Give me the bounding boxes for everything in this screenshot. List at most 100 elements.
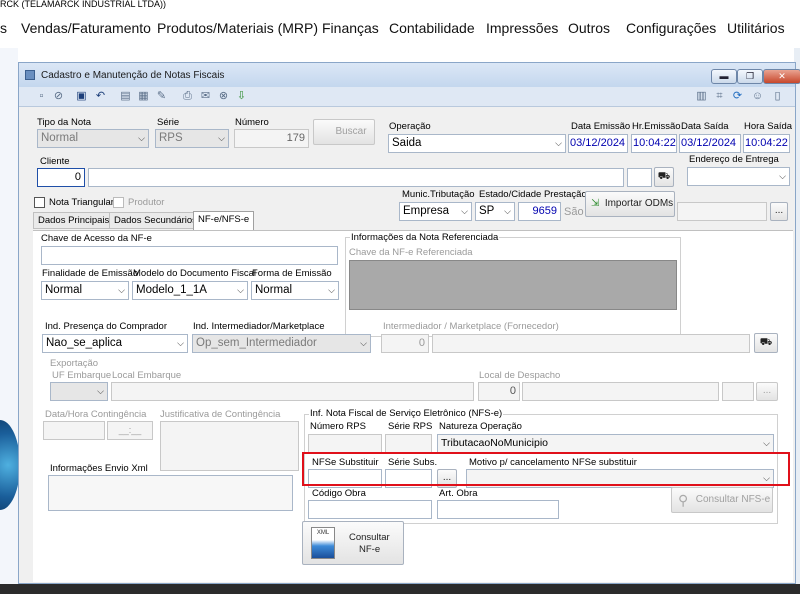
- menu-item-configuracoes[interactable]: Configurações: [626, 20, 716, 36]
- attach-icon[interactable]: ⌗: [713, 90, 726, 103]
- printer-icon[interactable]: ⎙: [181, 90, 194, 103]
- nfse-group-label: Inf. Nota Fiscal de Serviço Eletrônico (…: [309, 408, 504, 419]
- new-icon[interactable]: ▫: [35, 90, 48, 103]
- chevron-down-icon: ⌵: [461, 206, 468, 216]
- chave-acesso-field[interactable]: [41, 246, 338, 265]
- cliente-extra-field[interactable]: [627, 168, 652, 187]
- data-emissao-label: Data Emissão: [571, 121, 631, 132]
- minimize-button[interactable]: ▬: [711, 69, 737, 84]
- forma-emissao-select[interactable]: Normal ⌵: [251, 281, 339, 300]
- desktop-background: [0, 48, 18, 594]
- tipo-nota-label: Tipo da Nota: [37, 117, 92, 128]
- intermediador-select[interactable]: Op_sem_Intermediador ⌵: [192, 334, 371, 353]
- operacao-select[interactable]: Saida ⌵: [388, 134, 566, 153]
- nota-triangular-label: Nota Triangular: [49, 197, 114, 208]
- hora-saida-field[interactable]: 10:04:22: [743, 134, 790, 153]
- local-embarque-label: Local Embarque: [112, 370, 182, 381]
- print-icon[interactable]: ▤: [119, 90, 132, 103]
- cidade-code-field[interactable]: 9659: [518, 202, 561, 221]
- numero-field[interactable]: 179: [234, 129, 309, 148]
- modelo-doc-label: Modelo do Documento Fiscal: [133, 268, 257, 279]
- menu-item-contabilidade[interactable]: Contabilidade: [389, 20, 475, 36]
- cliente-code-field[interactable]: 0: [37, 168, 85, 187]
- menu-item-financas[interactable]: Finanças: [322, 20, 379, 36]
- uf-embarque-select: ⌵: [50, 382, 108, 401]
- mail-icon[interactable]: ✉: [199, 90, 212, 103]
- tools-icon[interactable]: ✎: [155, 90, 168, 103]
- serie-rps-field[interactable]: [385, 434, 432, 453]
- finalidade-select[interactable]: Normal ⌵: [41, 281, 129, 300]
- consultar-nfe-label-2: NF-e: [359, 544, 381, 555]
- produtor-checkbox[interactable]: [113, 197, 124, 208]
- tab-dados-secundarios[interactable]: Dados Secundários: [109, 212, 202, 229]
- file-icon[interactable]: ▯: [771, 90, 784, 103]
- local-despacho-label: Local de Despacho: [479, 370, 561, 381]
- grid-icon[interactable]: ▦: [137, 90, 150, 103]
- data-emissao-field[interactable]: 03/12/2024: [568, 134, 628, 153]
- restore-button[interactable]: ❐: [737, 69, 763, 84]
- info-envio-xml-field[interactable]: [48, 475, 293, 511]
- chevron-down-icon: ⌵: [779, 171, 786, 181]
- exportacao-label: Exportação: [50, 358, 99, 369]
- hr-emissao-label: Hr.Emissão: [632, 121, 681, 132]
- car-icon: ⛟: [759, 337, 773, 348]
- delete-icon[interactable]: ⊘: [52, 90, 65, 103]
- refresh-icon[interactable]: ⟳: [731, 90, 744, 103]
- cliente-name-field[interactable]: [88, 168, 624, 187]
- marketplace-search-button[interactable]: ⛟: [754, 333, 778, 353]
- estado-select[interactable]: SP ⌵: [475, 202, 515, 221]
- buscar-button[interactable]: Buscar: [313, 119, 375, 145]
- data-contingencia-field: [43, 421, 105, 440]
- cidade-lookup-button[interactable]: ...: [770, 202, 788, 221]
- numero-rps-field[interactable]: [308, 434, 382, 453]
- tab-dados-principais[interactable]: Dados Principais: [33, 212, 115, 229]
- tab-nfe-nfse[interactable]: NF-e/NFS-e: [193, 211, 255, 230]
- local-despacho-lookup-button[interactable]: ...: [756, 382, 778, 401]
- serie-select[interactable]: RPS ⌵: [155, 129, 229, 148]
- chave-ref-list[interactable]: [349, 260, 677, 310]
- save-icon[interactable]: ▣: [75, 90, 88, 103]
- menu-item-outros[interactable]: Outros: [568, 20, 610, 36]
- window-titlebar[interactable]: Cadastro e Manutenção de Notas Fiscais ▬…: [19, 63, 800, 87]
- art-obra-field[interactable]: [437, 500, 559, 519]
- menu-item-impressoes[interactable]: Impressões: [486, 20, 558, 36]
- modelo-doc-select[interactable]: Modelo_1_1A ⌵: [132, 281, 248, 300]
- operacao-label: Operação: [389, 121, 431, 132]
- chevron-down-icon: ⌵: [555, 138, 562, 148]
- user-icon[interactable]: ☺: [751, 90, 764, 103]
- calc-icon[interactable]: ▥: [695, 90, 708, 103]
- numero-rps-label: Número RPS: [310, 421, 366, 432]
- cliente-search-button[interactable]: ⛟: [654, 167, 674, 187]
- local-despacho-code-field: 0: [478, 382, 520, 401]
- menu-item-partial[interactable]: s: [0, 20, 7, 36]
- codigo-obra-field[interactable]: [308, 500, 432, 519]
- data-saida-field[interactable]: 03/12/2024: [679, 134, 741, 153]
- menu-item-utilitarios[interactable]: Utilitários: [727, 20, 785, 36]
- taskbar: [0, 584, 800, 594]
- natureza-operacao-select[interactable]: TributacaoNoMunicipio ⌵: [437, 434, 774, 453]
- hr-emissao-field[interactable]: 10:04:22: [631, 134, 677, 153]
- chevron-down-icon: ⌵: [138, 133, 145, 143]
- importar-odms-button[interactable]: ⇲ Importar ODMs: [585, 191, 675, 217]
- endereco-entrega-select[interactable]: ⌵: [687, 167, 790, 186]
- download-icon[interactable]: ⇩: [235, 90, 248, 103]
- justificativa-contingencia-label: Justificativa de Contingência: [160, 409, 281, 420]
- magnifier-icon: ⚲: [678, 492, 689, 508]
- endereco-entrega-label: Endereço de Entrega: [689, 154, 779, 165]
- presenca-select[interactable]: Nao_se_aplica ⌵: [42, 334, 188, 353]
- marketplace-code-field: 0: [381, 334, 429, 353]
- undo-icon[interactable]: ↶: [94, 90, 107, 103]
- consultar-nfe-button[interactable]: XML Consultar NF-e: [302, 521, 404, 565]
- cancel-icon[interactable]: ⊗: [217, 90, 230, 103]
- tipo-nota-select[interactable]: Normal ⌵: [37, 129, 149, 148]
- menu-item-produtos[interactable]: Produtos/Materiais (MRP): [157, 20, 318, 36]
- munic-tributacao-select[interactable]: Empresa ⌵: [399, 202, 472, 221]
- local-despacho-name-field: [522, 382, 719, 401]
- close-button[interactable]: ✕: [763, 69, 800, 84]
- menu-item-vendas[interactable]: Vendas/Faturamento: [21, 20, 151, 36]
- nota-triangular-checkbox[interactable]: [34, 197, 45, 208]
- consultar-nfse-button[interactable]: ⚲ Consultar NFS-e: [671, 487, 773, 513]
- hora-saida-label: Hora Saída: [744, 121, 793, 132]
- info-envio-xml-label: Informações Envio Xml: [50, 463, 148, 474]
- chevron-down-icon: ⌵: [237, 285, 244, 295]
